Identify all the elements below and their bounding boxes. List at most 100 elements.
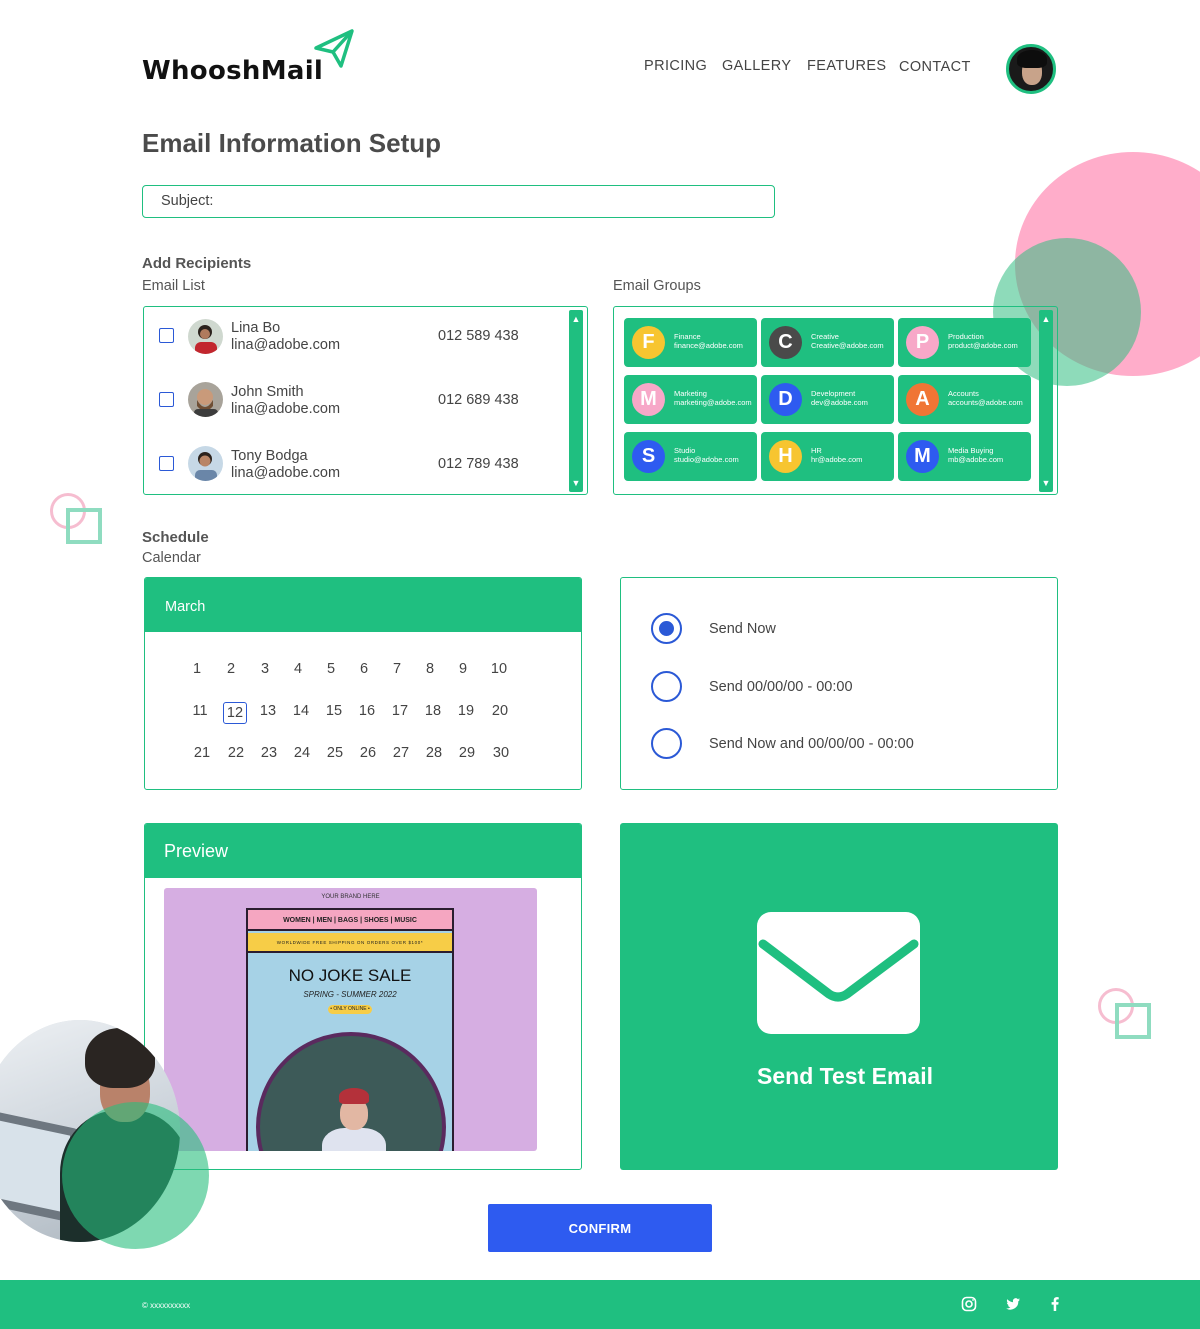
- group-letter-icon: M: [632, 383, 665, 416]
- calendar-day[interactable]: 9: [451, 661, 475, 677]
- avatar: [188, 319, 223, 354]
- preview-brand: YOUR BRAND HERE: [321, 894, 380, 900]
- calendar-day[interactable]: 30: [489, 745, 513, 761]
- recipient-checkbox[interactable]: [159, 392, 174, 407]
- group-item[interactable]: F Finance finance@adobe.com: [624, 318, 757, 367]
- calendar-day[interactable]: 28: [422, 745, 446, 761]
- recipient-phone: 012 589 438: [438, 328, 519, 344]
- copyright: © xxxxxxxxxx: [142, 1301, 191, 1310]
- email-preview-image: YOUR BRAND HERE WOMEN | MEN | BAGS | SHO…: [164, 888, 537, 1151]
- avatar: [188, 382, 223, 417]
- group-letter-icon: M: [906, 440, 939, 473]
- nav-features[interactable]: FEATURES: [807, 58, 886, 74]
- decor-square: [1115, 1003, 1151, 1039]
- group-item[interactable]: D Development dev@adobe.com: [761, 375, 894, 424]
- nav-pricing[interactable]: PRICING: [644, 58, 707, 74]
- nav-contact[interactable]: CONTACT: [899, 59, 971, 75]
- chevron-up-icon[interactable]: ▲: [569, 313, 583, 325]
- calendar-day[interactable]: 5: [319, 661, 343, 677]
- group-letter-icon: S: [632, 440, 665, 473]
- calendar-day[interactable]: 1: [185, 661, 209, 677]
- preview-model-photo: [256, 1032, 446, 1151]
- send-option-label[interactable]: Send 00/00/00 - 00:00: [709, 679, 853, 695]
- email-list[interactable]: Lina Bo lina@adobe.com 012 589 438 John …: [143, 306, 588, 495]
- calendar-day[interactable]: 22: [224, 745, 248, 761]
- confirm-button[interactable]: CONFIRM: [488, 1204, 712, 1252]
- list-item[interactable]: Lina Bo lina@adobe.com 012 589 438: [144, 310, 564, 360]
- logo-text[interactable]: WhooshMail: [142, 56, 323, 86]
- calendar-day[interactable]: 11: [188, 703, 212, 719]
- send-option-radio[interactable]: [651, 728, 682, 759]
- calendar-day[interactable]: 18: [421, 703, 445, 719]
- group-letter-icon: F: [632, 326, 665, 359]
- calendar-day[interactable]: 26: [356, 745, 380, 761]
- calendar-day[interactable]: 24: [290, 745, 314, 761]
- preview-header: Preview: [145, 824, 581, 878]
- subject-field[interactable]: Subject:: [142, 185, 775, 218]
- calendar-day[interactable]: 7: [385, 661, 409, 677]
- calendar-day[interactable]: 16: [355, 703, 379, 719]
- recipient-phone: 012 689 438: [438, 392, 519, 408]
- email-groups-scrollbar[interactable]: ▲ ▼: [1039, 310, 1053, 492]
- calendar-day[interactable]: 21: [190, 745, 214, 761]
- calendar-day[interactable]: 19: [454, 703, 478, 719]
- list-item[interactable]: Tony Bodga lina@adobe.com 012 789 438: [144, 438, 564, 488]
- group-item[interactable]: A Accounts accounts@adobe.com: [898, 375, 1031, 424]
- group-letter-icon: D: [769, 383, 802, 416]
- calendar-day[interactable]: 25: [323, 745, 347, 761]
- calendar-day[interactable]: 2: [219, 661, 243, 677]
- calendar-day[interactable]: 6: [352, 661, 376, 677]
- calendar-day[interactable]: 10: [487, 661, 511, 677]
- user-avatar[interactable]: [1006, 44, 1056, 94]
- send-option-radio[interactable]: [651, 613, 682, 644]
- recipient-checkbox[interactable]: [159, 328, 174, 343]
- calendar-day[interactable]: 12: [223, 702, 247, 724]
- group-email: finance@adobe.com: [674, 340, 743, 350]
- calendar-day[interactable]: 15: [322, 703, 346, 719]
- twitter-icon[interactable]: [1005, 1296, 1021, 1312]
- calendar-day[interactable]: 27: [389, 745, 413, 761]
- group-item[interactable]: C Creative Creative@adobe.com: [761, 318, 894, 367]
- calendar-day[interactable]: 23: [257, 745, 281, 761]
- send-option-label[interactable]: Send Now and 00/00/00 - 00:00: [709, 736, 914, 752]
- send-option-radio[interactable]: [651, 671, 682, 702]
- group-email: mb@adobe.com: [948, 454, 1004, 464]
- calendar-day[interactable]: 17: [388, 703, 412, 719]
- calendar[interactable]: March 1 2 3 4 5 6 7 8 9 10 11 12 13 14 15 16 17 18 19 20 21 2…: [144, 577, 582, 790]
- calendar-day[interactable]: 8: [418, 661, 442, 677]
- calendar-day[interactable]: 14: [289, 703, 313, 719]
- recipient-name: Tony Bodga: [231, 448, 308, 464]
- email-groups[interactable]: F Finance finance@adobe.com C Creative Creati…: [613, 306, 1058, 495]
- subject-input[interactable]: [225, 189, 765, 213]
- instagram-icon[interactable]: [961, 1296, 977, 1312]
- recipients-heading: Add Recipients: [142, 255, 252, 272]
- list-item[interactable]: John Smith lina@adobe.com 012 689 438: [144, 374, 564, 424]
- send-test-email-button[interactable]: Send Test Email: [620, 823, 1058, 1170]
- calendar-day[interactable]: 3: [253, 661, 277, 677]
- recipient-checkbox[interactable]: [159, 456, 174, 471]
- email-list-scrollbar[interactable]: ▲ ▼: [569, 310, 583, 492]
- chevron-down-icon[interactable]: ▼: [1039, 477, 1053, 489]
- group-item[interactable]: S Studio studio@adobe.com: [624, 432, 757, 481]
- schedule-heading: Schedule: [142, 529, 209, 546]
- group-item[interactable]: M Marketing marketing@adobe.com: [624, 375, 757, 424]
- preview-panel: Preview YOUR BRAND HERE WOMEN | MEN | BA…: [144, 823, 582, 1170]
- send-option-label[interactable]: Send Now: [709, 621, 776, 637]
- group-item[interactable]: P Production product@adobe.com: [898, 318, 1031, 367]
- email-groups-label: Email Groups: [613, 278, 701, 294]
- calendar-month: March: [165, 599, 206, 615]
- calendar-day[interactable]: 20: [488, 703, 512, 719]
- calendar-day[interactable]: 29: [455, 745, 479, 761]
- decor-green-circle: [62, 1102, 209, 1249]
- group-item[interactable]: M Media Buying mb@adobe.com: [898, 432, 1031, 481]
- chevron-up-icon[interactable]: ▲: [1039, 313, 1053, 325]
- calendar-day[interactable]: 4: [286, 661, 310, 677]
- chevron-down-icon[interactable]: ▼: [569, 477, 583, 489]
- nav-gallery[interactable]: GALLERY: [722, 58, 791, 74]
- group-item[interactable]: H HR hr@adobe.com: [761, 432, 894, 481]
- facebook-icon[interactable]: [1047, 1296, 1063, 1312]
- group-email: product@adobe.com: [948, 340, 1018, 350]
- group-email: dev@adobe.com: [811, 397, 868, 407]
- calendar-day[interactable]: 13: [256, 703, 280, 719]
- send-options: Send Now Send 00/00/00 - 00:00 Send Now an…: [620, 577, 1058, 790]
